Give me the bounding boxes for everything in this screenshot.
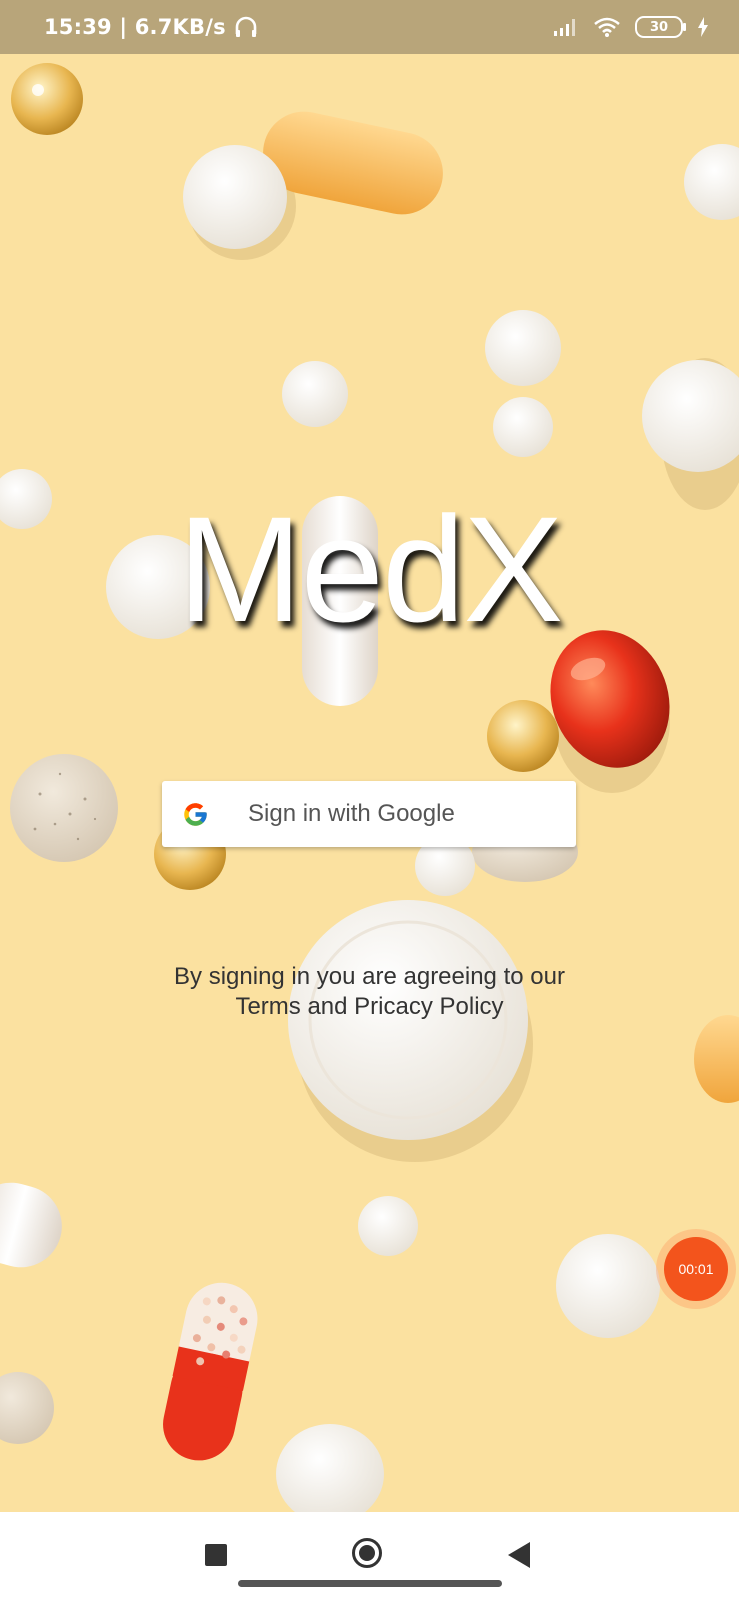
headphones-icon: [235, 16, 257, 37]
app-title: MedX: [177, 485, 564, 653]
gesture-pill: [238, 1580, 502, 1587]
screen-recorder-timer[interactable]: 00:01: [664, 1237, 728, 1301]
login-screen: MedX Sign in with Google By signing in y…: [0, 54, 739, 1512]
google-signin-label: Sign in with Google: [248, 800, 455, 827]
status-right: 30: [553, 0, 709, 54]
legal-notice: By signing in you are agreeing to our Te…: [0, 962, 739, 1022]
google-signin-button[interactable]: Sign in with Google: [162, 781, 576, 847]
terms-privacy-link[interactable]: Terms and Pricacy Policy: [0, 992, 739, 1022]
google-g-icon: [184, 803, 207, 826]
battery-level: 30: [649, 19, 669, 35]
back-icon[interactable]: [508, 1542, 530, 1568]
signal-icon: [554, 19, 575, 36]
status-time-speed: 15:39 | 6.7KB/s: [44, 15, 226, 39]
battery-icon: 30: [635, 16, 686, 38]
status-left: 15:39 | 6.7KB/s: [44, 0, 258, 54]
home-icon[interactable]: [352, 1538, 382, 1568]
legal-line-1: By signing in you are agreeing to our: [174, 963, 565, 990]
wifi-icon: [594, 17, 620, 37]
recent-apps-icon[interactable]: [205, 1544, 227, 1566]
status-bar: 15:39 | 6.7KB/s 30: [0, 0, 739, 54]
charging-bolt-icon: [698, 17, 708, 37]
